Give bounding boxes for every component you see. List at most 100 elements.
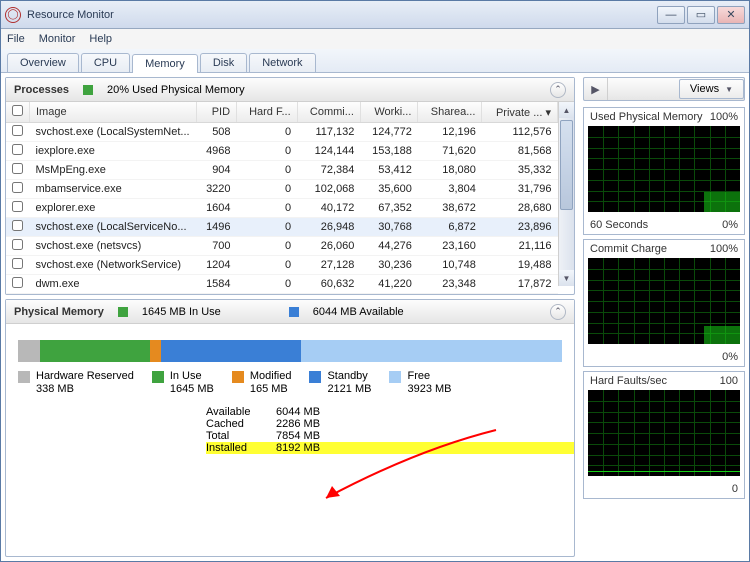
- table-row[interactable]: svchost.exe (netsvcs) 700 0 26,060 44,27…: [6, 237, 558, 256]
- cell-commit: 72,384: [297, 161, 360, 180]
- cell-priv: 112,576: [482, 123, 558, 142]
- processes-table: ImagePIDHard F...Commi...Worki...Sharea.…: [6, 102, 558, 294]
- table-row[interactable]: mbamservice.exe 3220 0 102,068 35,600 3,…: [6, 180, 558, 199]
- table-row[interactable]: svchost.exe (LocalServiceNo... 1496 0 26…: [6, 218, 558, 237]
- cell-priv: 28,680: [482, 199, 558, 218]
- col-header[interactable]: Commi...: [297, 102, 360, 123]
- col-header[interactable]: Image: [30, 102, 197, 123]
- cell-image: MsMpEng.exe: [30, 161, 197, 180]
- table-row[interactable]: iexplore.exe 4968 0 124,144 153,188 71,6…: [6, 142, 558, 161]
- cell-priv: 21,116: [482, 237, 558, 256]
- cell-share: 18,080: [418, 161, 482, 180]
- tab-overview[interactable]: Overview: [7, 53, 79, 72]
- scroll-down-icon[interactable]: ▼: [559, 270, 574, 286]
- legend-label: Standby: [327, 370, 371, 383]
- cell-image: svchost.exe (netsvcs): [30, 237, 197, 256]
- cell-work: 124,772: [360, 123, 417, 142]
- row-check[interactable]: [12, 239, 23, 250]
- cell-image: svchost.exe (NetworkService): [30, 256, 197, 275]
- minimize-button[interactable]: —: [657, 6, 685, 24]
- legend-item: In Use1645 MB: [152, 370, 214, 396]
- row-check[interactable]: [12, 277, 23, 288]
- legend-item: Modified165 MB: [232, 370, 292, 396]
- cell-share: 3,804: [418, 180, 482, 199]
- menubar: File Monitor Help: [1, 29, 749, 49]
- memory-bar: [18, 340, 562, 362]
- scroll-up-icon[interactable]: ▲: [559, 102, 574, 118]
- cell-priv: 31,796: [482, 180, 558, 199]
- processes-title: Processes: [14, 84, 69, 96]
- table-row[interactable]: MsMpEng.exe 904 0 72,384 53,412 18,080 3…: [6, 161, 558, 180]
- row-check[interactable]: [12, 201, 23, 212]
- cell-priv: 35,332: [482, 161, 558, 180]
- menu-file[interactable]: File: [7, 33, 25, 45]
- cell-pid: 3220: [196, 180, 237, 199]
- cell-image: explorer.exe: [30, 199, 197, 218]
- legend-swatch: [152, 371, 164, 383]
- cell-pid: 1604: [196, 199, 237, 218]
- table-row[interactable]: svchost.exe (LocalSystemNet... 508 0 117…: [6, 123, 558, 142]
- row-check[interactable]: [12, 144, 23, 155]
- cell-hf: 0: [237, 237, 298, 256]
- cell-share: 71,620: [418, 142, 482, 161]
- stat-row: Total 7854 MB: [206, 430, 574, 442]
- row-check[interactable]: [12, 163, 23, 174]
- physical-memory-header[interactable]: Physical Memory 1645 MB In Use 6044 MB A…: [6, 300, 574, 324]
- row-check[interactable]: [12, 182, 23, 193]
- cell-hf: 0: [237, 180, 298, 199]
- col-header[interactable]: PID: [196, 102, 237, 123]
- row-check[interactable]: [12, 258, 23, 269]
- col-header[interactable]: Worki...: [360, 102, 417, 123]
- col-header[interactable]: Private ... ▾: [482, 102, 558, 123]
- row-check[interactable]: [12, 125, 23, 136]
- stat-label: Installed: [206, 442, 276, 454]
- tab-memory[interactable]: Memory: [132, 54, 198, 73]
- processes-subtitle: 20% Used Physical Memory: [107, 84, 245, 96]
- cell-share: 12,196: [418, 123, 482, 142]
- tab-network[interactable]: Network: [249, 53, 315, 72]
- inuse-icon: [118, 307, 128, 317]
- menu-help[interactable]: Help: [89, 33, 112, 45]
- app-icon: ◯: [5, 7, 21, 23]
- close-button[interactable]: ✕: [717, 6, 745, 24]
- legend-value: 3923 MB: [407, 383, 451, 396]
- bar-segment: [18, 340, 40, 362]
- cell-image: svchost.exe (LocalSystemNet...: [30, 123, 197, 142]
- col-header[interactable]: Sharea...: [418, 102, 482, 123]
- table-row[interactable]: dwm.exe 1584 0 60,632 41,220 23,348 17,8…: [6, 275, 558, 294]
- collapse-icon[interactable]: ⌃: [550, 82, 566, 98]
- table-row[interactable]: explorer.exe 1604 0 40,172 67,352 38,672…: [6, 199, 558, 218]
- cell-hf: 0: [237, 123, 298, 142]
- processes-header[interactable]: Processes 20% Used Physical Memory ⌃: [6, 78, 574, 102]
- cell-image: iexplore.exe: [30, 142, 197, 161]
- tab-cpu[interactable]: CPU: [81, 53, 130, 72]
- row-check[interactable]: [12, 220, 23, 231]
- expand-sidebar-button[interactable]: ▶: [584, 78, 608, 100]
- views-button[interactable]: Views ▼: [679, 79, 744, 99]
- stat-value: 8192 MB: [276, 442, 320, 454]
- table-row[interactable]: svchost.exe (NetworkService) 1204 0 27,1…: [6, 256, 558, 275]
- processes-scrollbar[interactable]: ▲ ▼: [558, 102, 574, 286]
- maximize-button[interactable]: ▭: [687, 6, 715, 24]
- chart-box: Commit Charge100% 0%: [583, 239, 745, 367]
- menu-monitor[interactable]: Monitor: [39, 33, 76, 45]
- collapse-icon[interactable]: ⌃: [550, 304, 566, 320]
- titlebar[interactable]: ◯ Resource Monitor — ▭ ✕: [1, 1, 749, 29]
- chart-plot: [588, 258, 740, 344]
- cell-commit: 102,068: [297, 180, 360, 199]
- cell-hf: 0: [237, 161, 298, 180]
- stat-value: 6044 MB: [276, 406, 320, 418]
- tab-disk[interactable]: Disk: [200, 53, 247, 72]
- chart-max: 100: [720, 375, 738, 387]
- bar-segment: [301, 340, 562, 362]
- legend-value: 2121 MB: [327, 383, 371, 396]
- chart-plot: [588, 126, 740, 212]
- chart-box: Used Physical Memory100% 60 Seconds0%: [583, 107, 745, 235]
- cell-hf: 0: [237, 256, 298, 275]
- legend-item: Standby2121 MB: [309, 370, 371, 396]
- scroll-thumb[interactable]: [560, 120, 573, 210]
- chart-foot: 0%: [722, 351, 738, 363]
- col-check[interactable]: [6, 102, 30, 123]
- col-header[interactable]: Hard F...: [237, 102, 298, 123]
- chart-title: Hard Faults/sec: [590, 375, 667, 387]
